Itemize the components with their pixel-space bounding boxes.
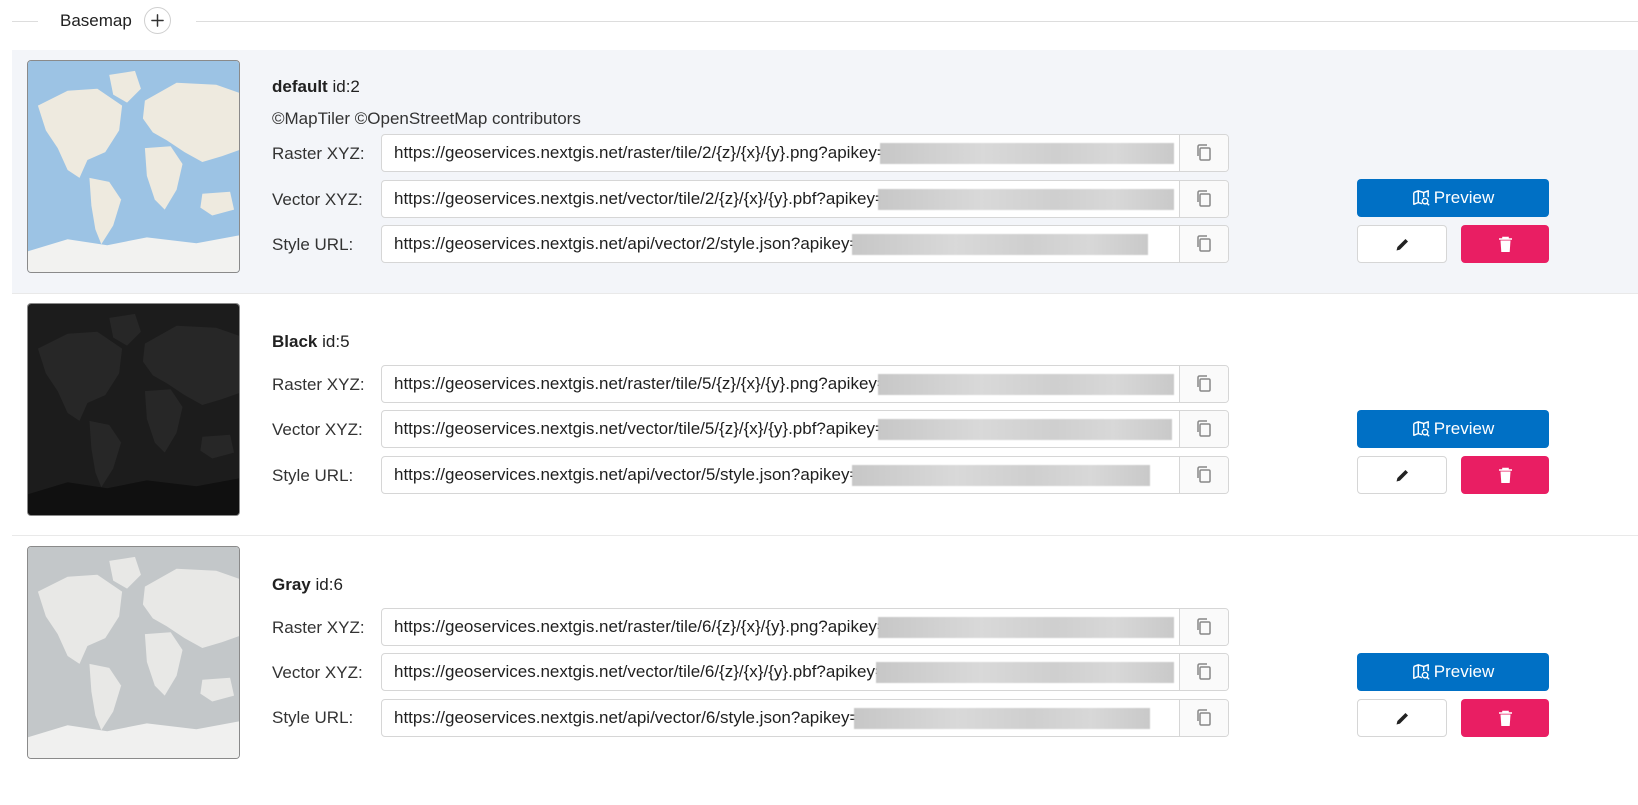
map-thumbnail-gray[interactable]: [27, 546, 240, 759]
map-thumbnail-default[interactable]: [27, 60, 240, 273]
raster-xyz-url: https://geoservices.nextgis.net/raster/t…: [394, 617, 887, 636]
map-search-icon: [1412, 664, 1430, 680]
basemap-row-gray: Gray id:6 Raster XYZ: https://geoservice…: [12, 536, 1638, 805]
raster-xyz-label: Raster XYZ:: [272, 375, 365, 394]
style-url-field[interactable]: https://geoservices.nextgis.net/api/vect…: [381, 225, 1229, 263]
style-url-field[interactable]: https://geoservices.nextgis.net/api/vect…: [381, 699, 1229, 737]
vector-xyz-url: https://geoservices.nextgis.net/vector/t…: [394, 419, 885, 438]
vector-xyz-url-field[interactable]: https://geoservices.nextgis.net/vector/t…: [381, 653, 1229, 691]
style-url: https://geoservices.nextgis.net/api/vect…: [394, 465, 860, 484]
delete-button[interactable]: [1461, 699, 1549, 737]
pencil-icon: [1396, 712, 1408, 724]
basemap-id: id:5: [322, 332, 350, 351]
vector-xyz-label: Vector XYZ:: [272, 663, 363, 682]
copy-icon: [1197, 618, 1211, 635]
vector-xyz-label: Vector XYZ:: [272, 420, 363, 439]
vector-xyz-label: Vector XYZ:: [272, 190, 363, 209]
delete-button[interactable]: [1461, 456, 1549, 494]
redacted-apikey: [878, 189, 1174, 210]
preview-button[interactable]: Preview: [1357, 179, 1549, 217]
trash-icon: [1498, 236, 1512, 252]
preview-label: Preview: [1433, 662, 1495, 681]
redacted-apikey: [878, 617, 1174, 638]
trash-icon: [1498, 710, 1512, 726]
basemap-title: Gray id:6: [272, 575, 343, 595]
raster-xyz-label: Raster XYZ:: [272, 618, 365, 637]
raster-xyz-url-field[interactable]: https://geoservices.nextgis.net/raster/t…: [381, 365, 1229, 403]
vector-xyz-url-field[interactable]: https://geoservices.nextgis.net/vector/t…: [381, 180, 1229, 218]
copy-button[interactable]: [1179, 457, 1228, 493]
vector-xyz-url: https://geoservices.nextgis.net/vector/t…: [394, 662, 885, 681]
copy-icon: [1197, 375, 1211, 392]
raster-xyz-url-field[interactable]: https://geoservices.nextgis.net/raster/t…: [381, 134, 1229, 172]
redacted-apikey: [876, 662, 1174, 683]
preview-label: Preview: [1433, 188, 1495, 207]
redacted-apikey: [852, 465, 1150, 486]
map-search-icon: [1412, 421, 1430, 437]
redacted-apikey: [878, 419, 1172, 440]
raster-xyz-url-field[interactable]: https://geoservices.nextgis.net/raster/t…: [381, 608, 1229, 646]
style-url-label: Style URL:: [272, 466, 354, 485]
style-url-label: Style URL:: [272, 708, 354, 727]
map-search-icon: [1412, 190, 1430, 206]
redacted-apikey: [880, 143, 1174, 164]
basemap-name: default: [272, 77, 328, 96]
copy-button[interactable]: [1179, 609, 1228, 645]
style-url-field[interactable]: https://geoservices.nextgis.net/api/vect…: [381, 456, 1229, 494]
raster-xyz-url: https://geoservices.nextgis.net/raster/t…: [394, 374, 887, 393]
basemap-id: id:6: [315, 575, 343, 594]
copy-button[interactable]: [1179, 135, 1228, 171]
map-thumbnail-black[interactable]: [27, 303, 240, 516]
vector-xyz-url: https://geoservices.nextgis.net/vector/t…: [394, 189, 885, 208]
pencil-icon: [1396, 238, 1408, 250]
copy-icon: [1197, 420, 1211, 437]
copy-button[interactable]: [1179, 226, 1228, 262]
basemap-id: id:2: [332, 77, 360, 96]
raster-xyz-url: https://geoservices.nextgis.net/raster/t…: [394, 143, 887, 162]
basemap-title: Black id:5: [272, 332, 350, 352]
delete-button[interactable]: [1461, 225, 1549, 263]
copy-icon: [1197, 190, 1211, 207]
copy-icon: [1197, 466, 1211, 483]
basemap-section-header: Basemap: [0, 0, 1638, 44]
basemap-row-black: Black id:5 Raster XYZ: https://geoservic…: [12, 294, 1638, 535]
add-basemap-button[interactable]: [144, 7, 171, 34]
edit-button[interactable]: [1357, 699, 1447, 737]
basemap-name: Gray: [272, 575, 311, 594]
copy-button[interactable]: [1179, 181, 1228, 217]
section-title: Basemap: [60, 11, 132, 30]
basemap-title: default id:2: [272, 77, 360, 97]
edit-button[interactable]: [1357, 456, 1447, 494]
redacted-apikey: [878, 374, 1174, 395]
copy-icon: [1197, 144, 1211, 161]
preview-button[interactable]: Preview: [1357, 653, 1549, 691]
edit-button[interactable]: [1357, 225, 1447, 263]
trash-icon: [1498, 467, 1512, 483]
redacted-apikey: [852, 234, 1148, 255]
copy-button[interactable]: [1179, 411, 1228, 447]
style-url-label: Style URL:: [272, 235, 354, 254]
plus-icon: [151, 14, 164, 27]
style-url: https://geoservices.nextgis.net/api/vect…: [394, 234, 860, 253]
divider: [12, 21, 38, 22]
redacted-apikey: [854, 708, 1150, 729]
copy-icon: [1197, 663, 1211, 680]
copy-button[interactable]: [1179, 700, 1228, 736]
copy-icon: [1197, 709, 1211, 726]
copy-icon: [1197, 235, 1211, 252]
copy-button[interactable]: [1179, 654, 1228, 690]
raster-xyz-label: Raster XYZ:: [272, 144, 365, 163]
style-url: https://geoservices.nextgis.net/api/vect…: [394, 708, 860, 727]
vector-xyz-url-field[interactable]: https://geoservices.nextgis.net/vector/t…: [381, 410, 1229, 448]
basemap-attribution: ©MapTiler ©OpenStreetMap contributors: [272, 109, 581, 128]
pencil-icon: [1396, 469, 1408, 481]
divider: [196, 21, 1638, 22]
basemap-row-default: default id:2 ©MapTiler ©OpenStreetMap co…: [12, 50, 1638, 293]
preview-label: Preview: [1433, 419, 1495, 438]
copy-button[interactable]: [1179, 366, 1228, 402]
preview-button[interactable]: Preview: [1357, 410, 1549, 448]
basemap-name: Black: [272, 332, 318, 351]
